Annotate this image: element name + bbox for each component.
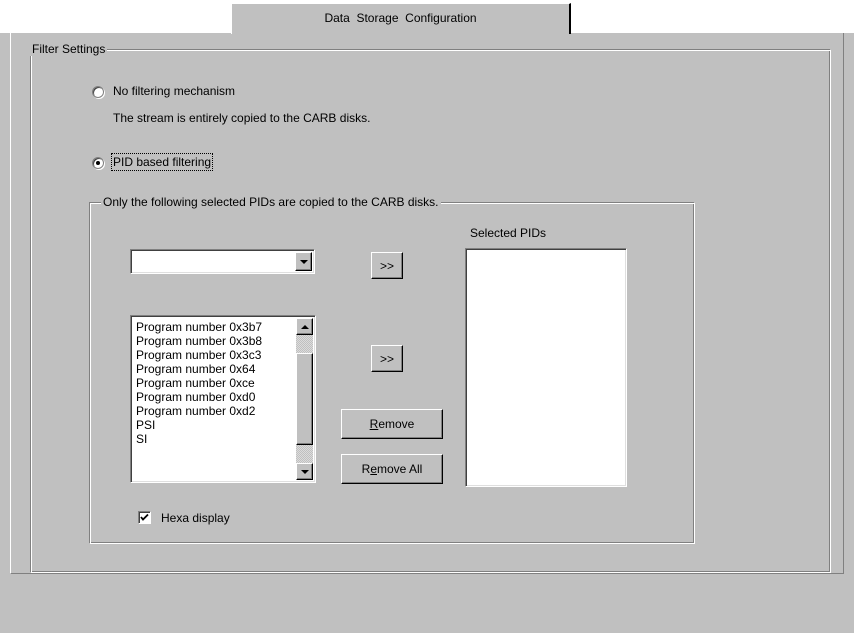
remove-all-button[interactable]: Remove All <box>341 454 443 484</box>
pid-selection-legend: Only the following selected PIDs are cop… <box>101 195 441 209</box>
list-item[interactable]: Program number 0x3c3 <box>133 348 293 362</box>
chevron-down-icon <box>300 469 309 474</box>
list-item[interactable]: Program number 0x64 <box>133 362 293 376</box>
remove-button[interactable]: Remove <box>341 409 443 439</box>
add-list-pid-button[interactable]: >> <box>371 345 403 372</box>
pid-filter-label[interactable]: PID based filtering <box>110 153 214 171</box>
scroll-track[interactable] <box>296 335 313 463</box>
pid-list-scrollbar[interactable] <box>296 318 313 480</box>
list-item[interactable]: Program number 0xce <box>133 376 293 390</box>
scroll-thumb[interactable] <box>296 353 313 445</box>
filter-settings-legend: Filter Settings <box>30 42 108 56</box>
scroll-down-button[interactable] <box>296 463 313 480</box>
radio-selected-dot <box>96 161 100 165</box>
remove-all-button-label: Remove All <box>361 462 423 476</box>
remove-button-label: Remove <box>369 417 415 431</box>
selected-pids-label: Selected PIDs <box>470 226 547 240</box>
list-item[interactable]: Program number 0x3b8 <box>133 334 293 348</box>
pid-dropdown[interactable] <box>130 249 315 274</box>
hexa-display-checkbox[interactable] <box>138 511 151 524</box>
list-item[interactable]: PSI <box>133 418 293 432</box>
list-item[interactable]: Program number 0xd0 <box>133 390 293 404</box>
chevron-down-icon <box>299 259 308 264</box>
no-filter-radio[interactable] <box>92 86 104 98</box>
pid-listbox[interactable]: Program number 0x3b7 Program number 0x3b8… <box>130 315 316 483</box>
list-item[interactable]: Program number 0x3b7 <box>133 320 293 334</box>
pid-list-items: Program number 0x3b7 Program number 0x3b8… <box>133 320 293 446</box>
chevron-up-icon <box>300 324 309 329</box>
tab-data-storage-configuration[interactable]: Data Storage Configuration <box>231 3 571 34</box>
dropdown-arrow-button[interactable] <box>295 252 312 271</box>
list-item[interactable]: SI <box>133 432 293 446</box>
tab-label: Data Storage Configuration <box>324 11 477 25</box>
add-dropdown-pid-button[interactable]: >> <box>371 252 403 279</box>
checkmark-icon <box>140 513 149 521</box>
pid-filter-radio[interactable] <box>92 157 104 169</box>
scroll-up-button[interactable] <box>296 318 313 335</box>
selected-pids-list[interactable] <box>465 248 627 487</box>
no-filter-label[interactable]: No filtering mechanism <box>113 84 235 98</box>
hexa-display-label[interactable]: Hexa display <box>161 511 230 525</box>
add-button-label: >> <box>379 258 394 273</box>
no-filter-description: The stream is entirely copied to the CAR… <box>113 111 371 125</box>
add-button-label: >> <box>379 351 394 366</box>
list-item[interactable]: Program number 0xd2 <box>133 404 293 418</box>
